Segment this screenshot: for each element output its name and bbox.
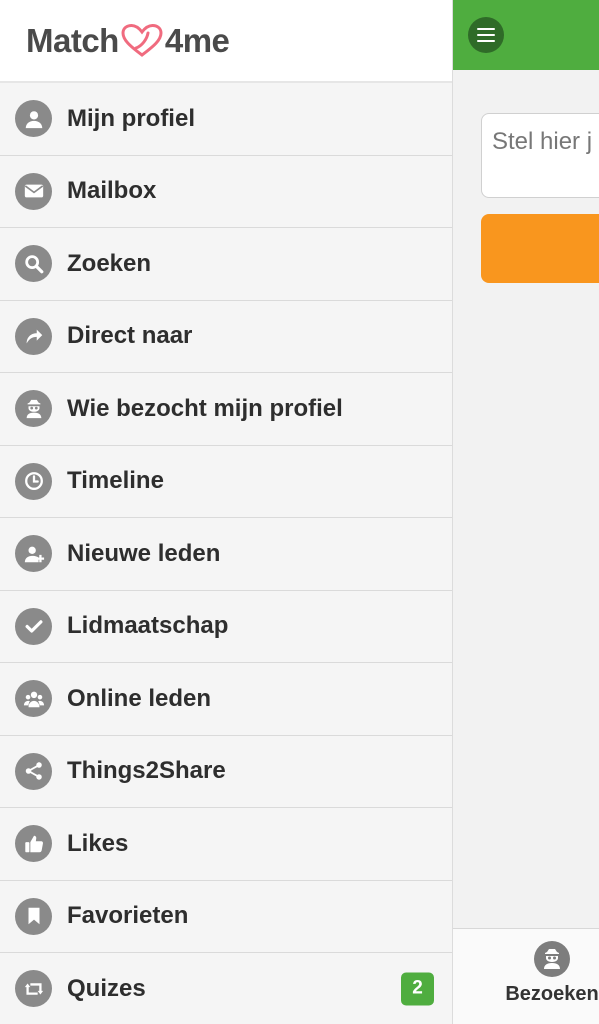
menu-item-label: Wie bezocht mijn profiel: [67, 394, 343, 422]
menu-item-wie-bezocht[interactable]: Wie bezocht mijn profiel: [0, 373, 452, 446]
spy-icon: [15, 390, 52, 428]
users-icon: [15, 680, 52, 718]
spy-icon: [534, 941, 570, 977]
heart-icon: [121, 23, 163, 57]
logo-text-left: Match: [26, 21, 119, 59]
menu-item-things2share[interactable]: Things2Share: [0, 736, 452, 808]
menu-item-mijn-profiel[interactable]: Mijn profiel: [0, 83, 452, 156]
menu-item-label: Likes: [67, 829, 129, 857]
menu-item-label: Online leden: [67, 684, 212, 712]
share-icon: [15, 752, 52, 790]
bookmark-icon: [15, 897, 52, 935]
logo-text-right: 4me: [164, 21, 230, 59]
menu-item-label: Direct naar: [67, 322, 193, 350]
menu-item-label: Nieuwe leden: [67, 539, 221, 567]
menu-item-zoeken[interactable]: Zoeken: [0, 228, 452, 301]
clock-icon: [15, 462, 52, 500]
submit-button[interactable]: [481, 214, 599, 283]
menu-item-label: Zoeken: [67, 249, 152, 277]
search-icon: [15, 245, 52, 283]
bottom-tab-bar: Bezoeken: [453, 928, 599, 1024]
user-plus-icon: [15, 535, 52, 573]
menu-item-label: Quizes: [67, 974, 146, 1002]
navigation-drawer: Match 4me Mijn profiel Mailbox Zoeken Di…: [0, 0, 453, 1024]
menu-item-likes[interactable]: Likes: [0, 808, 452, 881]
menu-item-mailbox[interactable]: Mailbox: [0, 156, 452, 228]
share-arrow-icon: [15, 317, 52, 355]
menu-item-label: Mijn profiel: [67, 104, 195, 132]
hamburger-icon: [477, 33, 495, 37]
menu-item-direct-naar[interactable]: Direct naar: [0, 301, 452, 373]
notification-badge: 2: [401, 972, 434, 1006]
thumbs-up-icon: [15, 825, 52, 863]
tab-label: Bezoeken: [505, 983, 599, 1005]
menu-item-quizes[interactable]: Quizes 2: [0, 953, 452, 1024]
logo[interactable]: Match 4me: [26, 21, 230, 60]
menu-item-nieuwe-leden[interactable]: Nieuwe leden: [0, 518, 452, 591]
menu-item-favorieten[interactable]: Favorieten: [0, 881, 452, 953]
hamburger-menu-button[interactable]: [468, 17, 504, 53]
menu-item-lidmaatschap[interactable]: Lidmaatschap: [0, 591, 452, 663]
menu-item-label: Lidmaatschap: [67, 612, 229, 640]
retweet-icon: [15, 970, 52, 1008]
menu-item-label: Timeline: [67, 467, 164, 495]
menu-item-timeline[interactable]: Timeline: [0, 446, 452, 518]
drawer-header: Match 4me: [0, 0, 452, 83]
envelope-icon: [15, 172, 52, 210]
menu-item-online-leden[interactable]: Online leden: [0, 663, 452, 736]
question-input[interactable]: Stel hier j: [481, 113, 599, 198]
menu-item-label: Things2Share: [67, 757, 226, 785]
check-icon: [15, 607, 52, 645]
menu-item-label: Mailbox: [67, 177, 157, 205]
user-icon: [15, 100, 52, 138]
tab-bezoeken[interactable]: Bezoeken: [505, 941, 599, 1006]
menu-item-label: Favorieten: [67, 902, 189, 930]
